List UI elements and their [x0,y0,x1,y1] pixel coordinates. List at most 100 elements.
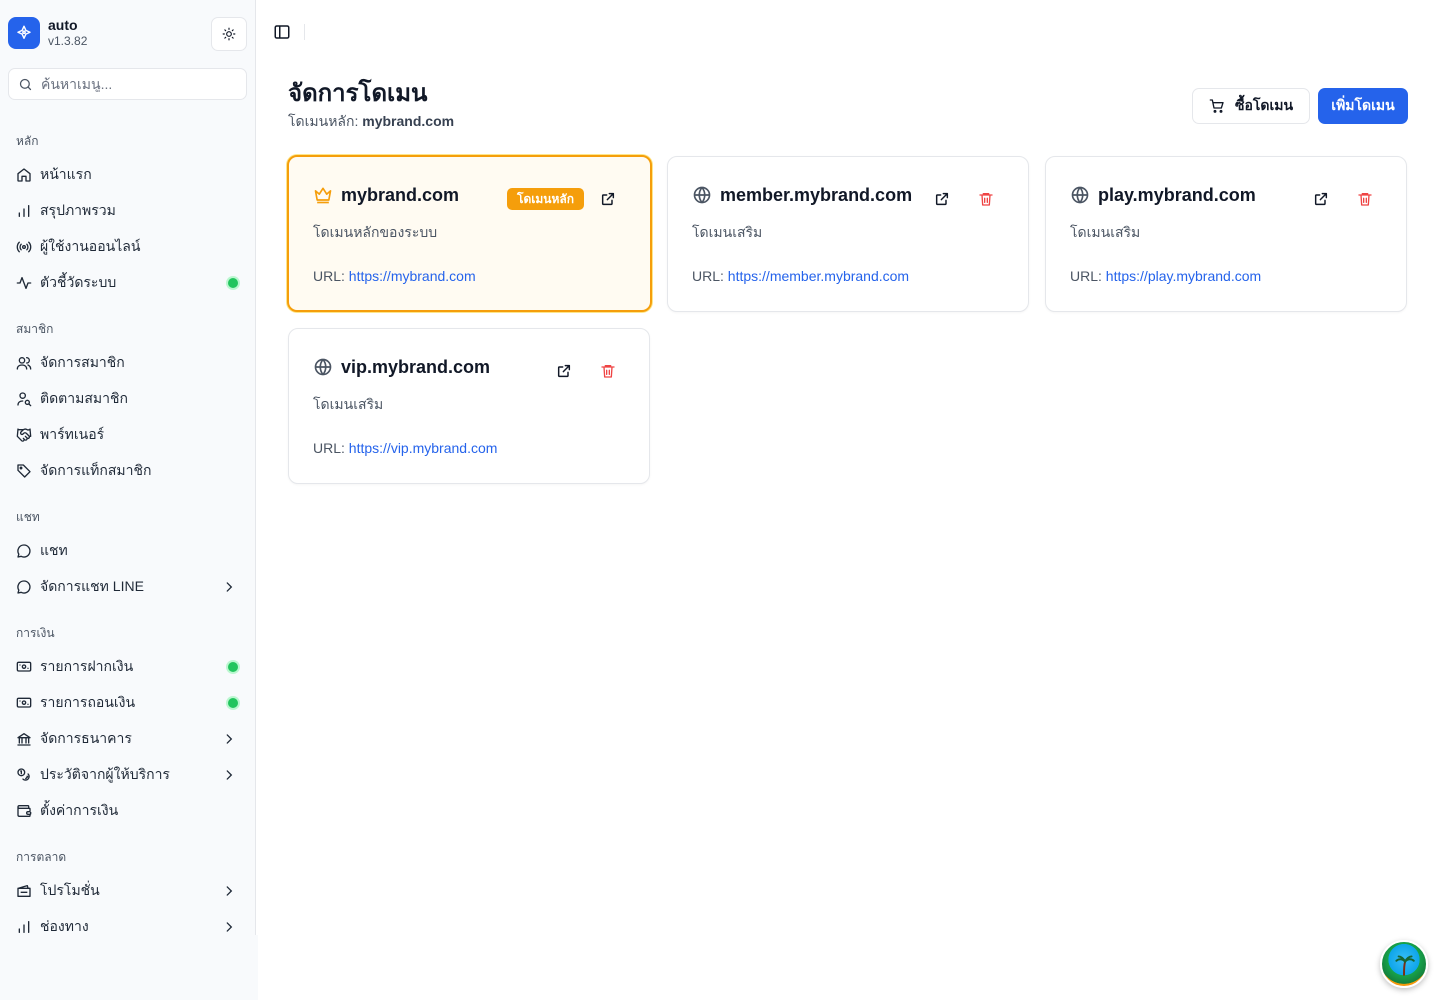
chat-icon [16,579,32,595]
primary-badge: โดเมนหลัก [507,188,584,210]
topbar-divider [304,24,305,40]
chevron-right-icon[interactable] [221,579,237,595]
panel-left-icon [274,25,290,39]
sidebar-item-withdrawals[interactable]: รายการถอนเงิน [8,687,247,719]
sidebar-item-label: รายการฝากเงิน [40,658,134,674]
theme-toggle-button[interactable] [211,17,247,51]
sidebar-footer [0,935,258,1000]
chevron-right-icon[interactable] [221,883,237,899]
external-link-icon[interactable] [556,363,572,379]
menu-search[interactable] [8,68,247,100]
bar-chart-icon [16,919,32,935]
page-subtitle: โดเมนหลัก: mybrand.com [288,112,454,130]
domain-description: โดเมนเสริม [1070,224,1141,240]
withdraw-icon [16,695,32,711]
status-dot [228,662,238,672]
sidebar-item-label: พาร์ทเนอร์ [40,426,105,442]
trash-icon[interactable] [978,191,994,207]
sidebar-item-online-users[interactable]: ผู้ใช้งานออนไลน์ [8,231,247,263]
user-search-icon [16,391,32,407]
sidebar-item-label: จัดการแท็กสมาชิก [40,462,152,478]
domain-description: โดเมนเสริม [692,224,763,240]
domain-card: vip.mybrand.com โดเมนเสริม URL: https://… [288,328,650,484]
trash-icon[interactable] [600,363,616,379]
status-dot [228,278,238,288]
ticket-icon [16,883,32,899]
sidebar-item-home[interactable]: หน้าแรก [8,159,247,191]
globe-icon [313,357,333,377]
buy-domain-button[interactable]: ซื้อโดเมน [1192,88,1310,124]
domain-url-row: URL: https://vip.mybrand.com [313,439,497,457]
group-label-members: สมาชิก [16,322,54,336]
cart-icon [1209,99,1224,113]
sidebar-item-promotions[interactable]: โปรโมชั่น [8,875,247,907]
search-icon [19,78,32,90]
search-input[interactable] [41,76,231,92]
sidebar-item-label: จัดการธนาคาร [40,730,132,746]
sidebar-item-label: สรุปภาพรวม [40,202,116,218]
sidebar-item-system-metrics[interactable]: ตัวชี้วัดระบบ [8,267,247,299]
home-icon [16,167,32,183]
crown-icon [313,185,333,205]
domain-description: โดเมนหลักของระบบ [313,224,438,240]
domain-name: play.mybrand.com [1098,185,1256,205]
sidebar-item-provider-history[interactable]: ประวัติจากผู้ให้บริการ [8,759,247,791]
sidebar-item-label: จัดการแชท LINE [40,578,144,594]
domain-card: member.mybrand.com โดเมนเสริม URL: https… [667,156,1029,312]
handshake-icon [16,427,32,443]
external-link-icon[interactable] [1313,191,1329,207]
domain-description: โดเมนเสริม [313,396,384,412]
chevron-right-icon[interactable] [221,731,237,747]
sidebar-item-line-chat[interactable]: จัดการแชท LINE [8,571,247,603]
sidebar-item-overview[interactable]: สรุปภาพรวม [8,195,247,227]
coins-icon [16,767,32,783]
sidebar-toggle-button[interactable] [272,22,292,42]
domain-url-row: URL: https://member.mybrand.com [692,267,909,285]
sidebar-item-deposits[interactable]: รายการฝากเงิน [8,651,247,683]
chevron-right-icon[interactable] [221,919,237,935]
palm-tree-icon [1395,955,1415,976]
wallet-icon [16,803,32,819]
group-label-chat: แชท [16,510,40,524]
group-label-finance: การเงิน [16,626,55,640]
sidebar-item-manage-members[interactable]: จัดการสมาชิก [8,347,247,379]
sidebar-item-label: จัดการสมาชิก [40,354,125,370]
users-icon [16,355,32,371]
globe-icon [692,185,712,205]
status-dot [228,698,238,708]
external-link-icon[interactable] [600,191,616,207]
activity-icon [16,275,32,291]
sidebar-item-banks[interactable]: จัดการธนาคาร [8,723,247,755]
buy-domain-label: ซื้อโดเมน [1234,97,1294,113]
brand[interactable]: auto v1.3.82 [8,17,87,49]
domain-url-link[interactable]: https://member.mybrand.com [728,268,909,284]
floating-avatar-button[interactable] [1380,940,1428,988]
sidebar-item-label: ตัวชี้วัดระบบ [40,274,117,290]
trash-icon[interactable] [1357,191,1373,207]
group-label-main: หลัก [16,134,39,148]
sidebar-item-partners[interactable]: พาร์ทเนอร์ [8,419,247,451]
sidebar-item-label: หน้าแรก [40,166,92,182]
globe-icon [1070,185,1090,205]
url-label: URL: [313,440,345,456]
domain-card-primary: mybrand.com โดเมนหลัก โดเมนหลักของระบบ U… [287,155,652,312]
sidebar-item-member-tags[interactable]: จัดการแท็กสมาชิก [8,455,247,487]
domain-url-link[interactable]: https://mybrand.com [349,268,476,284]
chevron-right-icon[interactable] [221,767,237,783]
domain-url-row: URL: https://play.mybrand.com [1070,267,1261,285]
domain-url-row: URL: https://mybrand.com [313,267,476,285]
app-logo-icon [8,17,40,49]
bar-chart-icon [16,203,32,219]
domain-url-link[interactable]: https://vip.mybrand.com [349,440,498,456]
domain-name: member.mybrand.com [720,185,913,205]
sidebar-item-chat[interactable]: แชท [8,535,247,567]
add-domain-button[interactable]: เพิ่มโดเมน [1318,88,1408,124]
domain-name: vip.mybrand.com [341,357,491,377]
bank-icon [16,731,32,747]
domain-url-link[interactable]: https://play.mybrand.com [1106,268,1261,284]
external-link-icon[interactable] [934,191,950,207]
page-title: จัดการโดเมน [288,80,428,107]
sidebar-item-label: ผู้ใช้งานออนไลน์ [40,238,141,254]
sidebar-item-finance-settings[interactable]: ตั้งค่าการเงิน [8,795,247,827]
sidebar-item-track-members[interactable]: ติดตามสมาชิก [8,383,247,415]
